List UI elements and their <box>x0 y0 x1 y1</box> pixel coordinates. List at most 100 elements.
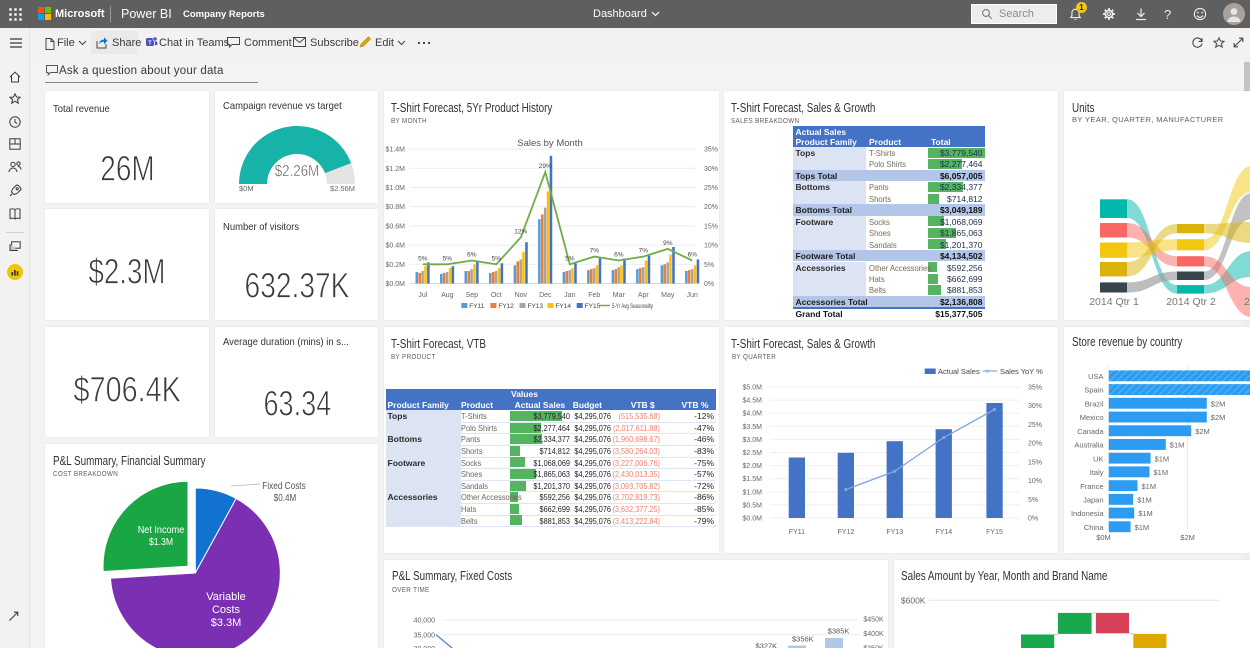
svg-text:UK: UK <box>1093 454 1103 463</box>
svg-text:$1.0M: $1.0M <box>386 185 406 192</box>
svg-text:Brazil: Brazil <box>1085 399 1104 408</box>
svg-text:5%: 5% <box>565 255 575 262</box>
svg-text:$450K: $450K <box>863 617 884 624</box>
svg-text:15%: 15% <box>1028 459 1042 466</box>
svg-text:Jun: Jun <box>687 292 698 299</box>
svg-text:$2M: $2M <box>1195 427 1210 436</box>
svg-text:Italy: Italy <box>1090 468 1104 477</box>
svg-text:Japan: Japan <box>1083 496 1103 505</box>
svg-text:30%: 30% <box>1028 403 1042 410</box>
svg-text:Sales by Month: Sales by Month <box>517 138 582 149</box>
svg-text:Mexico: Mexico <box>1080 413 1104 422</box>
svg-text:$0.6M: $0.6M <box>386 223 406 230</box>
svg-text:FY12: FY12 <box>838 529 855 536</box>
svg-text:7%: 7% <box>639 248 649 255</box>
svg-text:May: May <box>661 292 675 299</box>
svg-text:6%: 6% <box>614 252 624 259</box>
svg-text:FY14: FY14 <box>556 303 572 310</box>
svg-text:Apr: Apr <box>638 292 650 299</box>
svg-text:6%: 6% <box>467 252 477 259</box>
svg-text:35%: 35% <box>704 147 718 154</box>
svg-text:$0.4M: $0.4M <box>386 243 406 250</box>
svg-text:Aug: Aug <box>441 292 454 299</box>
svg-text:Indonesia: Indonesia <box>1071 509 1104 518</box>
svg-text:$2.5M: $2.5M <box>743 450 763 457</box>
svg-text:25%: 25% <box>1028 422 1042 429</box>
svg-text:$1.3M: $1.3M <box>149 536 173 548</box>
svg-text:5%: 5% <box>704 262 714 269</box>
svg-text:$2M: $2M <box>1211 399 1226 408</box>
svg-text:$4.0M: $4.0M <box>743 411 763 418</box>
svg-text:$0M: $0M <box>239 184 254 193</box>
svg-text:$706.4K: $706.4K <box>74 371 181 410</box>
svg-text:FY13: FY13 <box>886 529 903 536</box>
svg-text:$2.26M: $2.26M <box>275 163 320 180</box>
svg-text:$2M: $2M <box>1211 413 1226 422</box>
svg-text:2: 2 <box>1244 296 1250 308</box>
svg-text:5%: 5% <box>443 255 453 262</box>
svg-text:$1M: $1M <box>1155 454 1170 463</box>
svg-text:$1.4M: $1.4M <box>386 147 406 154</box>
svg-text:2014 Qtr 1: 2014 Qtr 1 <box>1089 296 1139 308</box>
svg-text:63.34: 63.34 <box>263 384 331 423</box>
svg-text:$1M: $1M <box>1137 496 1152 505</box>
svg-text:$600K: $600K <box>901 596 926 606</box>
svg-text:632.37K: 632.37K <box>245 267 350 306</box>
svg-text:40,000: 40,000 <box>414 618 436 625</box>
svg-text:20%: 20% <box>1028 441 1042 448</box>
svg-text:FY11: FY11 <box>469 303 484 310</box>
svg-text:10%: 10% <box>1028 478 1042 485</box>
svg-text:25%: 25% <box>704 185 718 192</box>
svg-text:Spain: Spain <box>1084 386 1103 395</box>
svg-text:China: China <box>1084 523 1104 532</box>
svg-text:$3.3M: $3.3M <box>211 617 242 629</box>
svg-text:Canada: Canada <box>1077 427 1104 436</box>
svg-text:$1.2M: $1.2M <box>386 166 406 173</box>
svg-text:FY14: FY14 <box>935 529 952 536</box>
svg-text:Sales YoY %: Sales YoY % <box>1000 367 1043 376</box>
svg-text:30%: 30% <box>704 166 718 173</box>
svg-text:$1M: $1M <box>1138 509 1153 518</box>
svg-text:$4.5M: $4.5M <box>743 398 763 405</box>
svg-text:Fixed Costs: Fixed Costs <box>262 480 305 492</box>
svg-text:7%: 7% <box>590 248 600 255</box>
svg-text:15%: 15% <box>704 223 718 230</box>
svg-text:$1M: $1M <box>1154 468 1169 477</box>
svg-text:26M: 26M <box>100 150 154 189</box>
svg-text:Feb: Feb <box>588 292 600 299</box>
svg-text:Jul: Jul <box>418 292 427 299</box>
svg-text:$385K: $385K <box>828 626 850 635</box>
svg-text:12%: 12% <box>514 228 527 235</box>
svg-text:0%: 0% <box>1028 516 1038 523</box>
svg-text:$2.3M: $2.3M <box>88 253 165 292</box>
svg-text:FY15: FY15 <box>986 529 1003 536</box>
svg-text:Sep: Sep <box>466 292 479 299</box>
svg-text:2014 Qtr 2: 2014 Qtr 2 <box>1166 296 1216 308</box>
svg-text:x: x <box>986 369 989 375</box>
svg-text:5%: 5% <box>418 255 428 262</box>
svg-text:$5.0M: $5.0M <box>743 385 763 392</box>
svg-text:6%: 6% <box>688 252 698 259</box>
svg-text:$1.5M: $1.5M <box>743 476 763 483</box>
svg-text:5-Yr Avg Seasonality: 5-Yr Avg Seasonality <box>612 303 654 310</box>
svg-text:$1M: $1M <box>1135 523 1150 532</box>
svg-text:0%: 0% <box>704 281 714 288</box>
svg-text:$2.0M: $2.0M <box>743 463 763 470</box>
svg-text:Nov: Nov <box>515 292 528 299</box>
svg-text:10%: 10% <box>704 243 718 250</box>
svg-text:$356K: $356K <box>792 635 814 644</box>
svg-text:$2M: $2M <box>1180 533 1195 542</box>
svg-text:$0.0M: $0.0M <box>386 281 406 288</box>
svg-text:$1M: $1M <box>1170 441 1185 450</box>
svg-text:20%: 20% <box>704 204 718 211</box>
svg-text:Dec: Dec <box>539 292 552 299</box>
svg-text:$3.5M: $3.5M <box>743 424 763 431</box>
svg-text:$0M: $0M <box>1096 533 1111 542</box>
svg-text:France: France <box>1080 482 1103 491</box>
svg-text:$0.5M: $0.5M <box>743 502 763 509</box>
svg-text:35,000: 35,000 <box>414 633 436 640</box>
svg-text:Variable: Variable <box>206 591 246 603</box>
svg-text:FY11: FY11 <box>789 529 805 536</box>
svg-text:$0.2M: $0.2M <box>386 262 406 269</box>
svg-text:$2.56M: $2.56M <box>330 184 355 193</box>
